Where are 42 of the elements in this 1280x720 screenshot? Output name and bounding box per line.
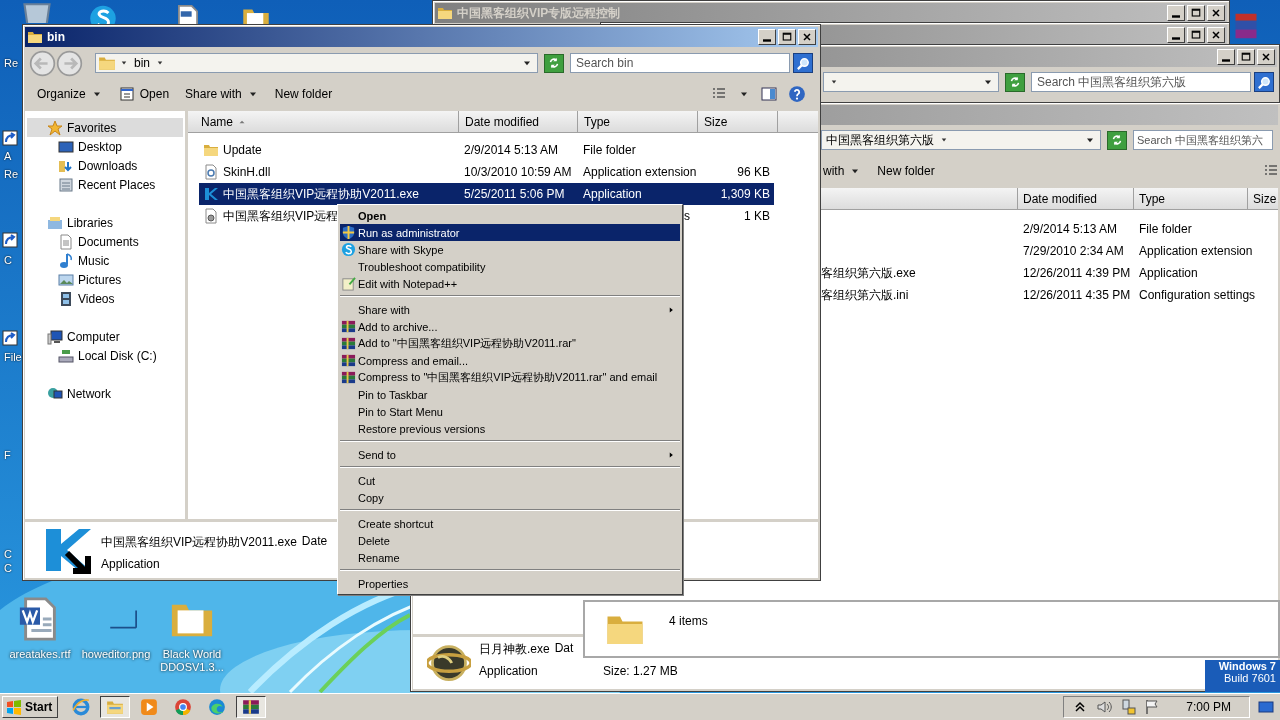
window-title: 中国黑客组织VIP专版远程控制 xyxy=(457,4,621,22)
table-cell-text: Application xyxy=(1138,266,1198,280)
icon-label: A xyxy=(4,150,12,162)
table-cell-text: 1,309 KB xyxy=(719,187,771,201)
file-name: 日月神教.exe xyxy=(479,641,550,658)
details-label: Date xyxy=(301,534,328,550)
item-count: 4 items xyxy=(669,613,708,628)
table-cell-text: Application extension xyxy=(582,165,697,179)
file-name: 中国黑客组织VIP远程 xyxy=(223,207,339,225)
table-cell-text: 96 KB xyxy=(736,165,771,179)
table-cell-text: File folder xyxy=(582,143,637,157)
icon-label: File xyxy=(4,351,22,363)
file-size: Size: 1.27 MB xyxy=(603,664,678,678)
table-cell-text: Configuration settings xyxy=(1138,288,1256,302)
window-title: bin xyxy=(47,30,65,44)
file-type: Application xyxy=(479,664,539,678)
table-cell-text: s xyxy=(683,209,691,223)
icon-label: Re xyxy=(4,168,19,180)
table-cell-text: File folder xyxy=(1138,222,1192,236)
details-label: Dat xyxy=(554,641,574,657)
version-text: Windows 7 xyxy=(1218,660,1276,672)
table-cell-text: 1 KB xyxy=(743,209,771,223)
file-name: 中国黑客组织VIP远程协助V2011.exe xyxy=(101,534,297,551)
icon-label: C xyxy=(4,548,12,560)
icon-label: F xyxy=(4,449,11,461)
file-type: Application xyxy=(101,557,161,571)
table-cell-text: 2/9/2014 5:13 AM xyxy=(1022,222,1119,236)
version-text: Build 7601 xyxy=(1224,672,1276,684)
table-cell-text: 12/26/2011 4:39 PM xyxy=(1022,266,1132,280)
table-cell-text: 12/26/2011 4:35 PM xyxy=(1022,288,1132,302)
icon-label: C xyxy=(4,254,12,266)
file-name: 中国黑客组织VIP远程协助V2011.exe xyxy=(223,185,419,203)
table-cell-text: Application xyxy=(582,187,643,201)
icon-label: Re xyxy=(4,57,19,69)
file-name: SkinH.dll xyxy=(223,165,271,179)
icon-label: C xyxy=(4,562,12,574)
table-cell-text: 10/3/2010 10:59 AM xyxy=(463,165,573,179)
table-cell-text: Application extension xyxy=(1138,244,1253,258)
table-cell-text: 2/9/2014 5:13 AM xyxy=(463,143,560,157)
table-cell-text: 5/25/2011 5:06 PM xyxy=(463,187,566,201)
table-cell-text: 7/29/2010 2:34 AM xyxy=(1022,244,1125,258)
file-name: Update xyxy=(223,143,262,157)
